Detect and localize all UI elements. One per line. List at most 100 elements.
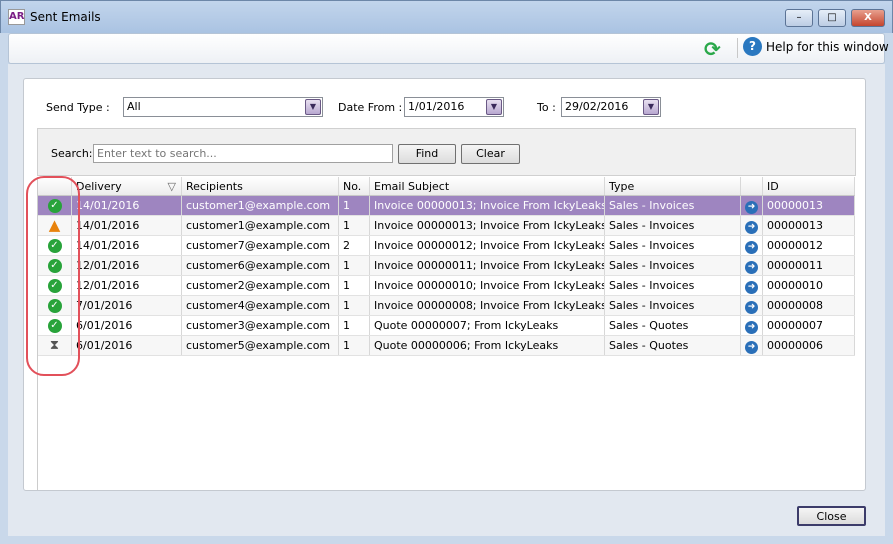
cell-id: 00000007 (763, 316, 855, 335)
table-row[interactable]: ✓ 12/01/2016 customer2@example.com 1 Invoice… (38, 276, 855, 296)
send-type-value: All (127, 100, 141, 113)
cell-no: 1 (339, 256, 370, 275)
cell-subject: Invoice 00000013; Invoice From IckyLeaks (370, 216, 605, 235)
help-icon: ? (743, 37, 762, 56)
column-header-subject[interactable]: Email Subject (370, 177, 605, 195)
column-header-open[interactable] (741, 177, 763, 195)
annotation-highlight (26, 176, 80, 376)
date-from-picker[interactable]: 1/01/2016 ▼ (404, 97, 504, 117)
cell-id: 00000011 (763, 256, 855, 275)
cell-recipient: customer7@example.com (182, 236, 339, 255)
cell-delivery: 12/01/2016 (72, 256, 182, 275)
cell-subject: Invoice 00000010; Invoice From IckyLeaks (370, 276, 605, 295)
refresh-icon[interactable]: ⟳ (704, 37, 721, 61)
date-from-label: Date From : (338, 101, 403, 114)
cell-type: Sales - Invoices (605, 196, 741, 215)
table-row[interactable]: ✓ 14/01/2016 customer1@example.com 1 Invoice… (38, 196, 855, 216)
cell-id: 00000008 (763, 296, 855, 315)
chevron-down-icon: ▼ (486, 99, 502, 115)
cell-delivery: 12/01/2016 (72, 276, 182, 295)
column-header-no[interactable]: No. (339, 177, 370, 195)
open-arrow-icon[interactable]: ➜ (745, 301, 758, 314)
to-label: To : (537, 101, 556, 114)
cell-type: Sales - Quotes (605, 336, 741, 355)
chevron-down-icon: ▼ (643, 99, 659, 115)
cell-recipient: customer6@example.com (182, 256, 339, 275)
cell-delivery: 14/01/2016 (72, 216, 182, 235)
column-header-recipients[interactable]: Recipients (182, 177, 339, 195)
date-to-value: 29/02/2016 (565, 100, 629, 113)
cell-type: Sales - Invoices (605, 296, 741, 315)
open-cell: ➜ (741, 296, 763, 315)
cell-no: 2 (339, 236, 370, 255)
table-row[interactable]: ✓ 14/01/2016 customer7@example.com 2 Invoice… (38, 236, 855, 256)
window-title: Sent Emails (30, 10, 101, 24)
column-header-delivery[interactable]: Delivery ▽ (72, 177, 182, 195)
cell-type: Sales - Invoices (605, 276, 741, 295)
table-row[interactable]: ✓ 6/01/2016 customer3@example.com 1 Quote 00… (38, 316, 855, 336)
sort-icon: ▽ (167, 180, 176, 193)
cell-no: 1 (339, 196, 370, 215)
cell-subject: Quote 00000007; From IckyLeaks (370, 316, 605, 335)
cell-recipient: customer1@example.com (182, 216, 339, 235)
send-type-label: Send Type : (46, 101, 110, 114)
cell-subject: Invoice 00000011; Invoice From IckyLeaks (370, 256, 605, 275)
date-to-picker[interactable]: 29/02/2016 ▼ (561, 97, 661, 117)
clear-button[interactable]: Clear (461, 144, 520, 164)
minimize-button[interactable]: – (785, 9, 813, 27)
cell-subject: Invoice 00000012; Invoice From IckyLeaks (370, 236, 605, 255)
send-type-select[interactable]: All ▼ (123, 97, 323, 117)
close-button[interactable]: Close (797, 506, 866, 526)
table-row[interactable]: ✓ 7/01/2016 customer4@example.com 1 Invoice … (38, 296, 855, 316)
open-arrow-icon[interactable]: ➜ (745, 321, 758, 334)
cell-delivery: 7/01/2016 (72, 296, 182, 315)
cell-type: Sales - Invoices (605, 216, 741, 235)
help-button[interactable]: ? Help for this window (743, 37, 889, 56)
toolbar-divider (737, 38, 738, 58)
open-cell: ➜ (741, 256, 763, 275)
open-arrow-icon[interactable]: ➜ (745, 261, 758, 274)
cell-no: 1 (339, 336, 370, 355)
cell-id: 00000012 (763, 236, 855, 255)
cell-id: 00000010 (763, 276, 855, 295)
open-arrow-icon[interactable]: ➜ (745, 241, 758, 254)
sent-emails-grid: Delivery ▽ Recipients No. Email Subject Type I… (37, 177, 855, 490)
open-cell: ➜ (741, 276, 763, 295)
open-cell: ➜ (741, 196, 763, 215)
cell-no: 1 (339, 276, 370, 295)
cell-subject: Invoice 00000013; Invoice From IckyLeaks (370, 196, 605, 215)
cell-recipient: customer5@example.com (182, 336, 339, 355)
open-cell: ➜ (741, 336, 763, 355)
column-header-id[interactable]: ID (763, 177, 855, 195)
maximize-button[interactable]: □ (818, 9, 846, 27)
cell-no: 1 (339, 316, 370, 335)
cell-id: 00000013 (763, 216, 855, 235)
cell-type: Sales - Invoices (605, 236, 741, 255)
cell-delivery: 6/01/2016 (72, 316, 182, 335)
open-arrow-icon[interactable]: ➜ (745, 221, 758, 234)
cell-delivery: 14/01/2016 (72, 236, 182, 255)
close-window-button[interactable]: X (851, 9, 885, 27)
cell-type: Sales - Quotes (605, 316, 741, 335)
table-row[interactable]: ▲ 14/01/2016 customer1@example.com 1 Invoice… (38, 216, 855, 236)
cell-id: 00000006 (763, 336, 855, 355)
grid-header: Delivery ▽ Recipients No. Email Subject Type I… (38, 177, 855, 196)
find-button[interactable]: Find (398, 144, 456, 164)
cell-subject: Quote 00000006; From IckyLeaks (370, 336, 605, 355)
chevron-down-icon: ▼ (305, 99, 321, 115)
table-row[interactable]: ✓ 12/01/2016 customer6@example.com 1 Invoice… (38, 256, 855, 276)
open-arrow-icon[interactable]: ➜ (745, 201, 758, 214)
cell-recipient: customer2@example.com (182, 276, 339, 295)
open-cell: ➜ (741, 236, 763, 255)
cell-recipient: customer4@example.com (182, 296, 339, 315)
search-input[interactable] (93, 144, 393, 163)
cell-no: 1 (339, 296, 370, 315)
app-logo: AR (8, 9, 25, 25)
table-row[interactable]: ⧗ 6/01/2016 customer5@example.com 1 Quote 00… (38, 336, 855, 356)
cell-recipient: customer3@example.com (182, 316, 339, 335)
column-header-type[interactable]: Type (605, 177, 741, 195)
cell-delivery: 6/01/2016 (72, 336, 182, 355)
cell-no: 1 (339, 216, 370, 235)
open-arrow-icon[interactable]: ➜ (745, 341, 758, 354)
open-arrow-icon[interactable]: ➜ (745, 281, 758, 294)
